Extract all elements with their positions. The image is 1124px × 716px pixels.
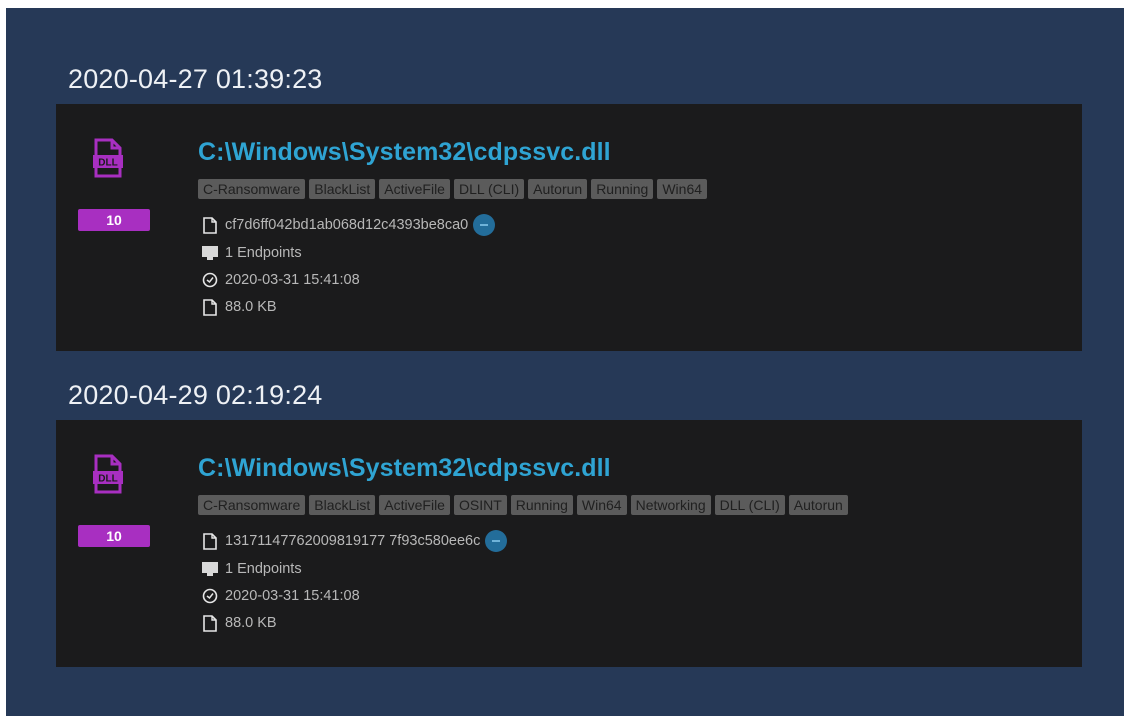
tag[interactable]: Autorun [528, 179, 588, 199]
endpoints-count: 1 Endpoints [225, 561, 302, 577]
tag[interactable]: ActiveFile [379, 495, 450, 515]
file-hash: 13171147762009819177 7f93c580ee6c [225, 533, 481, 549]
tag[interactable]: ActiveFile [379, 179, 450, 199]
date-row: 2020-03-31 15:41:08 [201, 271, 360, 289]
results-panel: 2020-04-27 01:39:23 DLL 10 C:\Windows\Sy… [6, 8, 1124, 716]
tag[interactable]: Running [591, 179, 654, 199]
monitor-icon [201, 244, 219, 262]
svg-text:DLL: DLL [98, 474, 117, 485]
size-row: 88.0 KB [201, 614, 277, 632]
date-row: 2020-03-31 15:41:08 [201, 587, 360, 605]
file-card[interactable]: DLL 10 C:\Windows\System32\cdpssvc.dll C… [56, 104, 1082, 351]
tag[interactable]: DLL (CLI) [453, 179, 525, 199]
clock-icon [201, 587, 219, 605]
file-path-link[interactable]: C:\Windows\System32\cdpssvc.dll [198, 454, 611, 483]
file-hash: cf7d6ff042bd1ab068d12c4393be8ca0 [225, 217, 469, 233]
tag[interactable]: BlackList [309, 179, 376, 199]
endpoints-row: 1 Endpoints [201, 560, 302, 578]
file-date: 2020-03-31 15:41:08 [225, 272, 360, 288]
hash-row: 13171147762009819177 7f93c580ee6c [201, 530, 508, 552]
tag[interactable]: OSINT [453, 495, 507, 515]
group-timestamp: 2020-04-27 01:39:23 [68, 64, 323, 94]
file-card[interactable]: DLL 10 C:\Windows\System32\cdpssvc.dll C… [56, 420, 1082, 667]
hash-action-button[interactable] [473, 214, 496, 236]
score-badge: 10 [78, 525, 150, 547]
file-icon [201, 532, 219, 550]
size-row: 88.0 KB [201, 298, 277, 316]
file-icon [201, 298, 219, 316]
clock-icon [201, 271, 219, 289]
tag[interactable]: Autorun [788, 495, 848, 515]
file-date: 2020-03-31 15:41:08 [225, 588, 360, 604]
score-badge: 10 [78, 209, 150, 231]
file-path-link[interactable]: C:\Windows\System32\cdpssvc.dll [198, 138, 611, 167]
monitor-icon [201, 560, 219, 578]
endpoints-count: 1 Endpoints [225, 245, 302, 261]
tag[interactable]: Win64 [576, 495, 627, 515]
dll-file-icon: DLL [92, 454, 124, 494]
file-size: 88.0 KB [225, 615, 277, 631]
tag-list: C-Ransomware BlackList ActiveFile OSINT … [198, 495, 848, 515]
tag[interactable]: Running [510, 495, 573, 515]
file-icon [201, 614, 219, 632]
group-timestamp: 2020-04-29 02:19:24 [68, 380, 323, 410]
svg-text:DLL: DLL [98, 158, 117, 169]
file-size: 88.0 KB [225, 299, 277, 315]
tag[interactable]: Networking [630, 495, 711, 515]
dll-file-icon: DLL [92, 138, 124, 178]
tag[interactable]: DLL (CLI) [714, 495, 785, 515]
hash-action-button[interactable] [485, 530, 508, 552]
tag[interactable]: C-Ransomware [198, 179, 306, 199]
hash-row: cf7d6ff042bd1ab068d12c4393be8ca0 [201, 214, 496, 236]
tag[interactable]: BlackList [309, 495, 376, 515]
file-icon [201, 216, 219, 234]
endpoints-row: 1 Endpoints [201, 244, 302, 262]
tag[interactable]: C-Ransomware [198, 495, 306, 515]
tag-list: C-Ransomware BlackList ActiveFile DLL (C… [198, 179, 708, 199]
tag[interactable]: Win64 [657, 179, 708, 199]
